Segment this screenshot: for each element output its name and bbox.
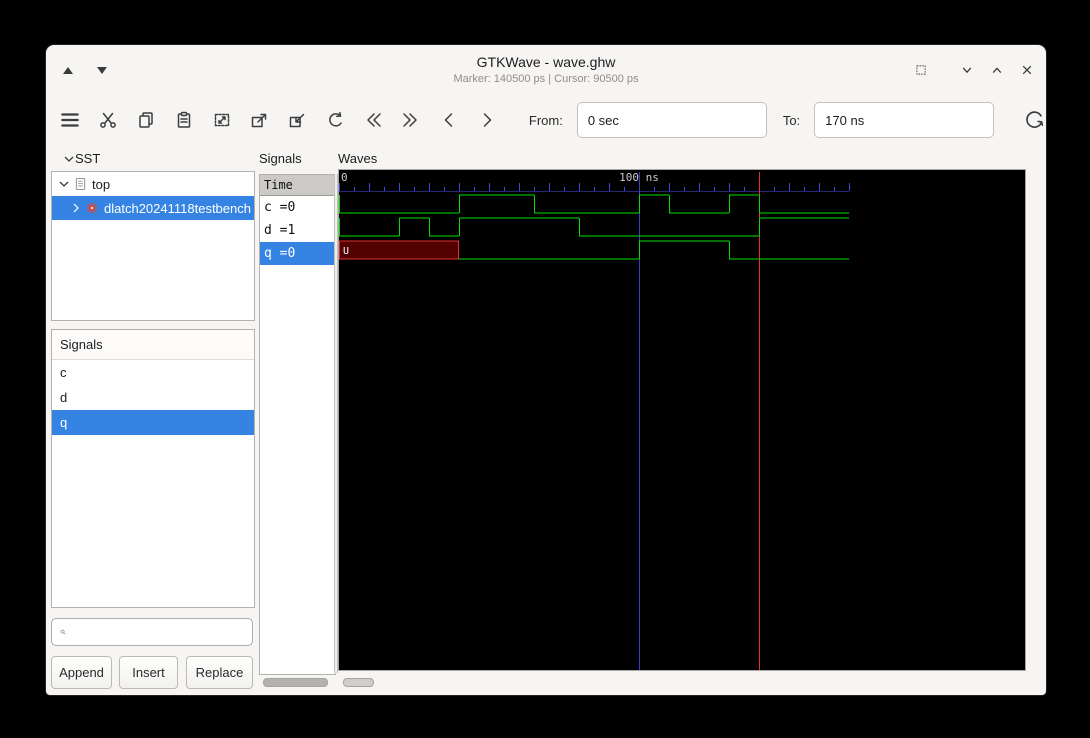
- tree-item-dlatch-testbench[interactable]: dlatch20241118testbench: [52, 196, 254, 220]
- sst-tree-panel: top dlatch20241118testbench: [51, 171, 255, 321]
- signals-hscrollbar[interactable]: [263, 678, 328, 687]
- desktop-background: { "window": { "title": "GTKWave - wave.g…: [0, 0, 1090, 738]
- zoom-out-button[interactable]: [285, 105, 309, 135]
- to-input[interactable]: [814, 102, 995, 138]
- maximize-button[interactable]: [985, 58, 1009, 82]
- tile-button[interactable]: [909, 58, 933, 82]
- reload-icon: [1026, 111, 1044, 128]
- paste-icon: [177, 111, 190, 128]
- chevron-left-icon: [444, 113, 453, 127]
- signal-row-q[interactable]: q =0: [260, 242, 335, 265]
- expander-down-icon[interactable]: [59, 180, 69, 188]
- signal-list-panel: Signals c d q: [51, 329, 255, 608]
- signal-list-item-c[interactable]: c: [52, 360, 254, 385]
- zoom-undo-button[interactable]: [323, 105, 347, 135]
- paste-traces-button[interactable]: [172, 105, 196, 135]
- module-gear-icon: [86, 202, 98, 214]
- close-icon: [1022, 65, 1032, 75]
- minimize-button[interactable]: [955, 58, 979, 82]
- signal-name-pane: Time c =0 d =1 q =0: [259, 174, 336, 675]
- copy-traces-button[interactable]: [134, 105, 158, 135]
- chevron-up-icon: [992, 67, 1002, 73]
- tree-item-top[interactable]: top: [52, 172, 254, 196]
- from-input[interactable]: [576, 102, 767, 138]
- tile-icon: [916, 65, 926, 75]
- signal-search-box[interactable]: [51, 618, 253, 646]
- expander-right-icon[interactable]: [72, 203, 80, 213]
- time-header: Time: [260, 175, 335, 196]
- scissors-icon: [100, 112, 116, 128]
- signal-row-c[interactable]: c =0: [260, 196, 335, 219]
- chevron-down-icon: [962, 67, 972, 73]
- zoom-in-button[interactable]: [248, 105, 272, 135]
- zoom-in-icon: [252, 113, 267, 128]
- zoom-to-start-button[interactable]: [361, 105, 385, 135]
- waves-frame-label: Waves: [338, 151, 378, 166]
- window-title: GTKWave - wave.ghw: [476, 54, 616, 70]
- copy-icon: [139, 112, 153, 128]
- double-chevron-left-icon: [367, 113, 381, 127]
- menu-button[interactable]: [58, 105, 82, 135]
- signal-list-item-d[interactable]: d: [52, 385, 254, 410]
- svg-text:U: U: [343, 246, 349, 257]
- signal-row-d[interactable]: d =1: [260, 219, 335, 242]
- sst-frame-label: SST: [64, 151, 100, 166]
- signals-frame-label: Signals: [259, 151, 302, 166]
- wave-panel: 0 100 ns U: [338, 169, 1026, 671]
- menu-icon: [61, 113, 79, 127]
- insert-button[interactable]: Insert: [119, 656, 178, 689]
- zoom-fit-icon: [214, 113, 229, 127]
- prev-edge-button[interactable]: [437, 105, 461, 135]
- signal-list-header: Signals: [52, 330, 254, 360]
- search-input[interactable]: [72, 621, 252, 643]
- sst-expander-icon[interactable]: [64, 155, 74, 163]
- from-label: From:: [528, 112, 563, 128]
- cut-traces-button[interactable]: [96, 105, 120, 135]
- double-chevron-right-icon: [403, 113, 417, 127]
- zoom-out-icon: [290, 113, 305, 128]
- signal-list-item-q[interactable]: q: [52, 410, 254, 435]
- gtkwave-window: GTKWave - wave.ghw Marker: 140500 ps | C…: [45, 44, 1047, 696]
- marker-cursor-status: Marker: 140500 ps | Cursor: 90500 ps: [453, 73, 639, 85]
- chevron-right-icon: [483, 113, 492, 127]
- main-toolbar: From: To:: [46, 97, 1046, 143]
- reload-button[interactable]: [1022, 105, 1046, 135]
- titlebar[interactable]: GTKWave - wave.ghw Marker: 140500 ps | C…: [46, 45, 1046, 95]
- next-edge-button[interactable]: [475, 105, 499, 135]
- waves-hscrollbar[interactable]: [343, 678, 374, 687]
- netlist-icon: [75, 177, 86, 191]
- close-button[interactable]: [1015, 58, 1039, 82]
- to-label: To:: [782, 112, 801, 128]
- waveform-canvas[interactable]: 0 100 nsU: [339, 170, 1025, 670]
- replace-button[interactable]: Replace: [186, 656, 253, 689]
- append-button[interactable]: Append: [51, 656, 112, 689]
- svg-text:0: 0: [341, 171, 348, 184]
- search-icon: [60, 629, 66, 635]
- zoom-to-end-button[interactable]: [399, 105, 423, 135]
- zoom-fit-button[interactable]: [210, 105, 234, 135]
- undo-icon: [329, 111, 343, 127]
